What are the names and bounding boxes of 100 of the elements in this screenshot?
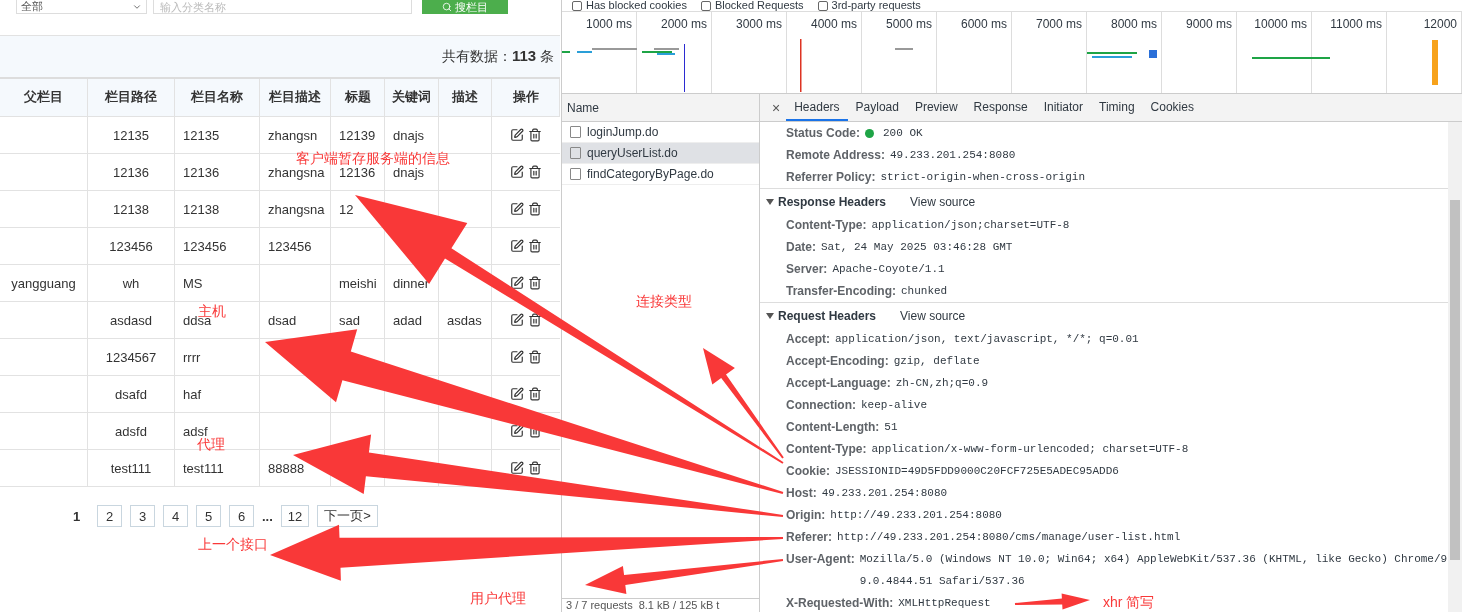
ellipsis: ...: [262, 508, 273, 524]
page-link[interactable]: 6: [229, 505, 254, 527]
table-cell: 12136: [88, 154, 175, 191]
checkbox[interactable]: [572, 0, 582, 11]
delete-icon[interactable]: [528, 165, 542, 179]
header-name: Host:: [786, 485, 817, 502]
edit-icon[interactable]: [510, 313, 524, 327]
page-link[interactable]: 4: [163, 505, 188, 527]
edit-icon[interactable]: [510, 128, 524, 142]
delete-icon[interactable]: [528, 202, 542, 216]
checkbox[interactable]: [700, 0, 711, 11]
time-tick: 3000 ms: [735, 17, 782, 31]
triangle-icon: [766, 311, 774, 320]
delete-icon[interactable]: [528, 313, 542, 327]
header-value: Sat, 24 May 2025 03:46:28 GMT: [821, 240, 1013, 255]
time-tick: 8000 ms: [1110, 17, 1157, 31]
tab[interactable]: Headers: [786, 94, 848, 121]
header-name: Referrer Policy:: [786, 169, 876, 186]
header-name: Connection:: [786, 397, 856, 414]
table-cell: 1234567: [88, 339, 175, 376]
delete-icon[interactable]: [528, 387, 542, 401]
time-tick: 5000 ms: [885, 17, 932, 31]
header-name: Status Code:: [786, 125, 860, 142]
record-count: 共有数据：113 条: [441, 47, 554, 66]
next-page-link[interactable]: 下一页>: [317, 505, 378, 527]
close-button[interactable]: ×: [766, 94, 787, 121]
header-value: JSESSIONID=49D5FDD9000C20FCF725E5ADEC95ADD6: [835, 464, 1119, 479]
tab[interactable]: Initiator: [1035, 94, 1091, 121]
category-select[interactable]: 全部: [16, 0, 147, 14]
edit-icon[interactable]: [510, 350, 524, 364]
edit-icon[interactable]: [510, 424, 524, 438]
delete-icon[interactable]: [528, 461, 542, 475]
header-value: application/json;charset=UTF-8: [871, 218, 1070, 233]
header-value: http://49.233.201.254:8080/cms/manage/user-list.html: [837, 530, 1181, 545]
time-tick: 1000 ms: [585, 17, 632, 31]
view-source-link[interactable]: View source: [910, 194, 976, 209]
header-name: Content-Type:: [786, 217, 867, 234]
checkbox[interactable]: [817, 0, 828, 11]
header-name: Transfer-Encoding:: [786, 283, 896, 300]
edit-icon[interactable]: [510, 276, 524, 290]
time-tick: 9000 ms: [1185, 17, 1232, 31]
header-name: Server:: [786, 261, 828, 278]
tab[interactable]: Payload: [847, 94, 907, 121]
header-value: 51: [884, 420, 898, 435]
delete-icon[interactable]: [528, 350, 542, 364]
table-cell: 12135: [175, 117, 260, 154]
column-header: 栏目描述: [260, 79, 331, 117]
header-name: Content-Type:: [786, 441, 867, 458]
table-cell: 12138: [88, 191, 175, 228]
page-link[interactable]: 3: [130, 505, 155, 527]
table-cell: rrrr: [175, 339, 260, 376]
file-icon: [570, 168, 581, 180]
page-link[interactable]: 5: [196, 505, 221, 527]
delete-icon[interactable]: [528, 128, 542, 142]
scrollbar[interactable]: [1448, 122, 1462, 612]
table-cell: 123456: [175, 228, 260, 265]
name-column-header: Name: [562, 94, 759, 122]
filter-label: Has blocked cookies: [586, 0, 687, 11]
filter-label: Blocked Requests: [714, 0, 804, 11]
time-tick: 2000 ms: [660, 17, 707, 31]
request-item[interactable]: queryUserList.do: [562, 143, 759, 164]
edit-icon[interactable]: [510, 165, 524, 179]
page-link[interactable]: 2: [97, 505, 122, 527]
table-cell: asdasd: [88, 302, 175, 339]
edit-icon[interactable]: [510, 239, 524, 253]
edit-icon[interactable]: [510, 387, 524, 401]
annotation-text: 上一个接口: [198, 536, 268, 554]
tab[interactable]: Response: [965, 94, 1036, 121]
header-value: gzip, deflate: [893, 354, 980, 369]
time-tick: 6000 ms: [960, 17, 1007, 31]
tab[interactable]: Preview: [906, 94, 966, 121]
table-cell: test111: [175, 450, 260, 487]
delete-icon[interactable]: [528, 239, 542, 253]
header-value: XMLHttpRequest: [898, 596, 991, 611]
table-cell: meishi: [331, 265, 385, 302]
search-field[interactable]: 输入分类名称: [153, 0, 412, 14]
edit-icon[interactable]: [510, 461, 524, 475]
page-link[interactable]: 1: [64, 505, 89, 527]
table-cell: 12136: [175, 154, 260, 191]
column-header: 父栏目: [0, 79, 88, 117]
table-cell: zhangsna: [260, 191, 331, 228]
page-link[interactable]: 12: [280, 505, 310, 527]
header-name: Accept:: [786, 331, 830, 348]
section-toggle[interactable]: Request Headers: [766, 308, 877, 323]
header-value: 200 OK: [883, 126, 923, 141]
section-toggle[interactable]: Response Headers: [766, 194, 887, 209]
tab[interactable]: Cookies: [1142, 94, 1202, 121]
file-icon: [570, 147, 581, 159]
filter-label: 3rd-party requests: [831, 0, 921, 11]
table-cell: asdas: [439, 302, 492, 339]
view-source-link[interactable]: View source: [900, 308, 966, 323]
header-name: User-Agent:: [786, 551, 855, 568]
edit-icon[interactable]: [510, 202, 524, 216]
status-dot: [865, 128, 874, 138]
status-text: 3 / 7 requests: [566, 599, 633, 612]
table-cell: MS: [175, 265, 260, 302]
tab[interactable]: Timing: [1091, 94, 1143, 121]
header-name: Accept-Encoding:: [786, 353, 889, 370]
time-tick: 11000 ms: [1330, 17, 1382, 31]
delete-icon[interactable]: [528, 276, 542, 290]
